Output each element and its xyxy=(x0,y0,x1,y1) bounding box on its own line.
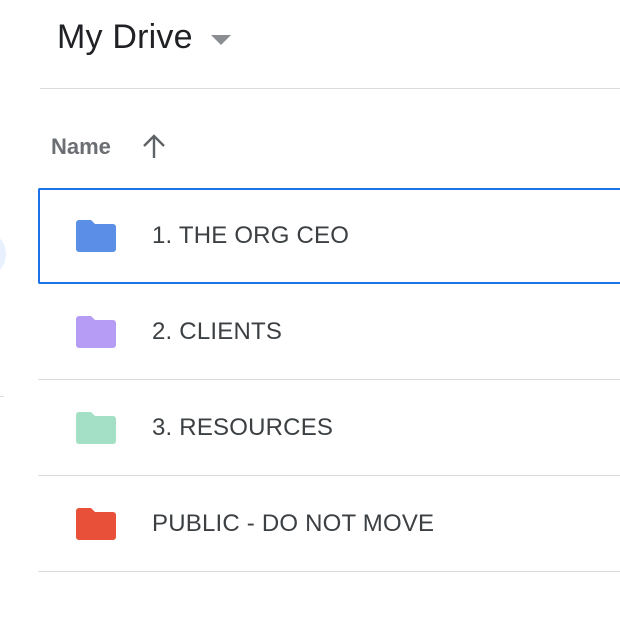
arrow-up-icon[interactable] xyxy=(141,132,167,160)
my-drive-dropdown[interactable]: My Drive xyxy=(57,18,231,57)
caret-down-icon xyxy=(210,34,231,45)
folder-name: 1. THE ORG CEO xyxy=(152,222,350,249)
folder-icon-shape xyxy=(76,316,116,348)
folder-row[interactable]: 3. RESOURCES xyxy=(38,380,620,476)
name-column-header[interactable]: Name xyxy=(51,134,111,160)
folder-name: 2. CLIENTS xyxy=(152,318,283,345)
folder-icon xyxy=(76,412,116,444)
sidebar-edge-highlight xyxy=(0,234,6,274)
drive-file-list-view: My Drive Name 1. THE ORG CEO 2. CLIENTS xyxy=(0,0,620,618)
sidebar-edge-divider xyxy=(0,396,4,397)
folder-row[interactable]: PUBLIC - DO NOT MOVE xyxy=(38,476,620,572)
drive-header: My Drive xyxy=(40,0,620,89)
folder-icon-shape xyxy=(76,220,116,252)
folder-icon xyxy=(76,316,116,348)
folder-name: PUBLIC - DO NOT MOVE xyxy=(152,510,435,537)
folder-icon xyxy=(76,508,116,540)
folder-row[interactable]: 1. THE ORG CEO xyxy=(38,188,620,284)
folder-icon xyxy=(76,220,116,252)
folder-list: 1. THE ORG CEO 2. CLIENTS 3. RESOURCES P… xyxy=(38,188,620,572)
folder-icon-shape xyxy=(76,508,116,540)
folder-name: 3. RESOURCES xyxy=(152,414,334,441)
folder-icon-shape xyxy=(76,412,116,444)
page-title: My Drive xyxy=(57,18,193,56)
column-header: Name xyxy=(40,88,620,188)
folder-row[interactable]: 2. CLIENTS xyxy=(38,284,620,380)
